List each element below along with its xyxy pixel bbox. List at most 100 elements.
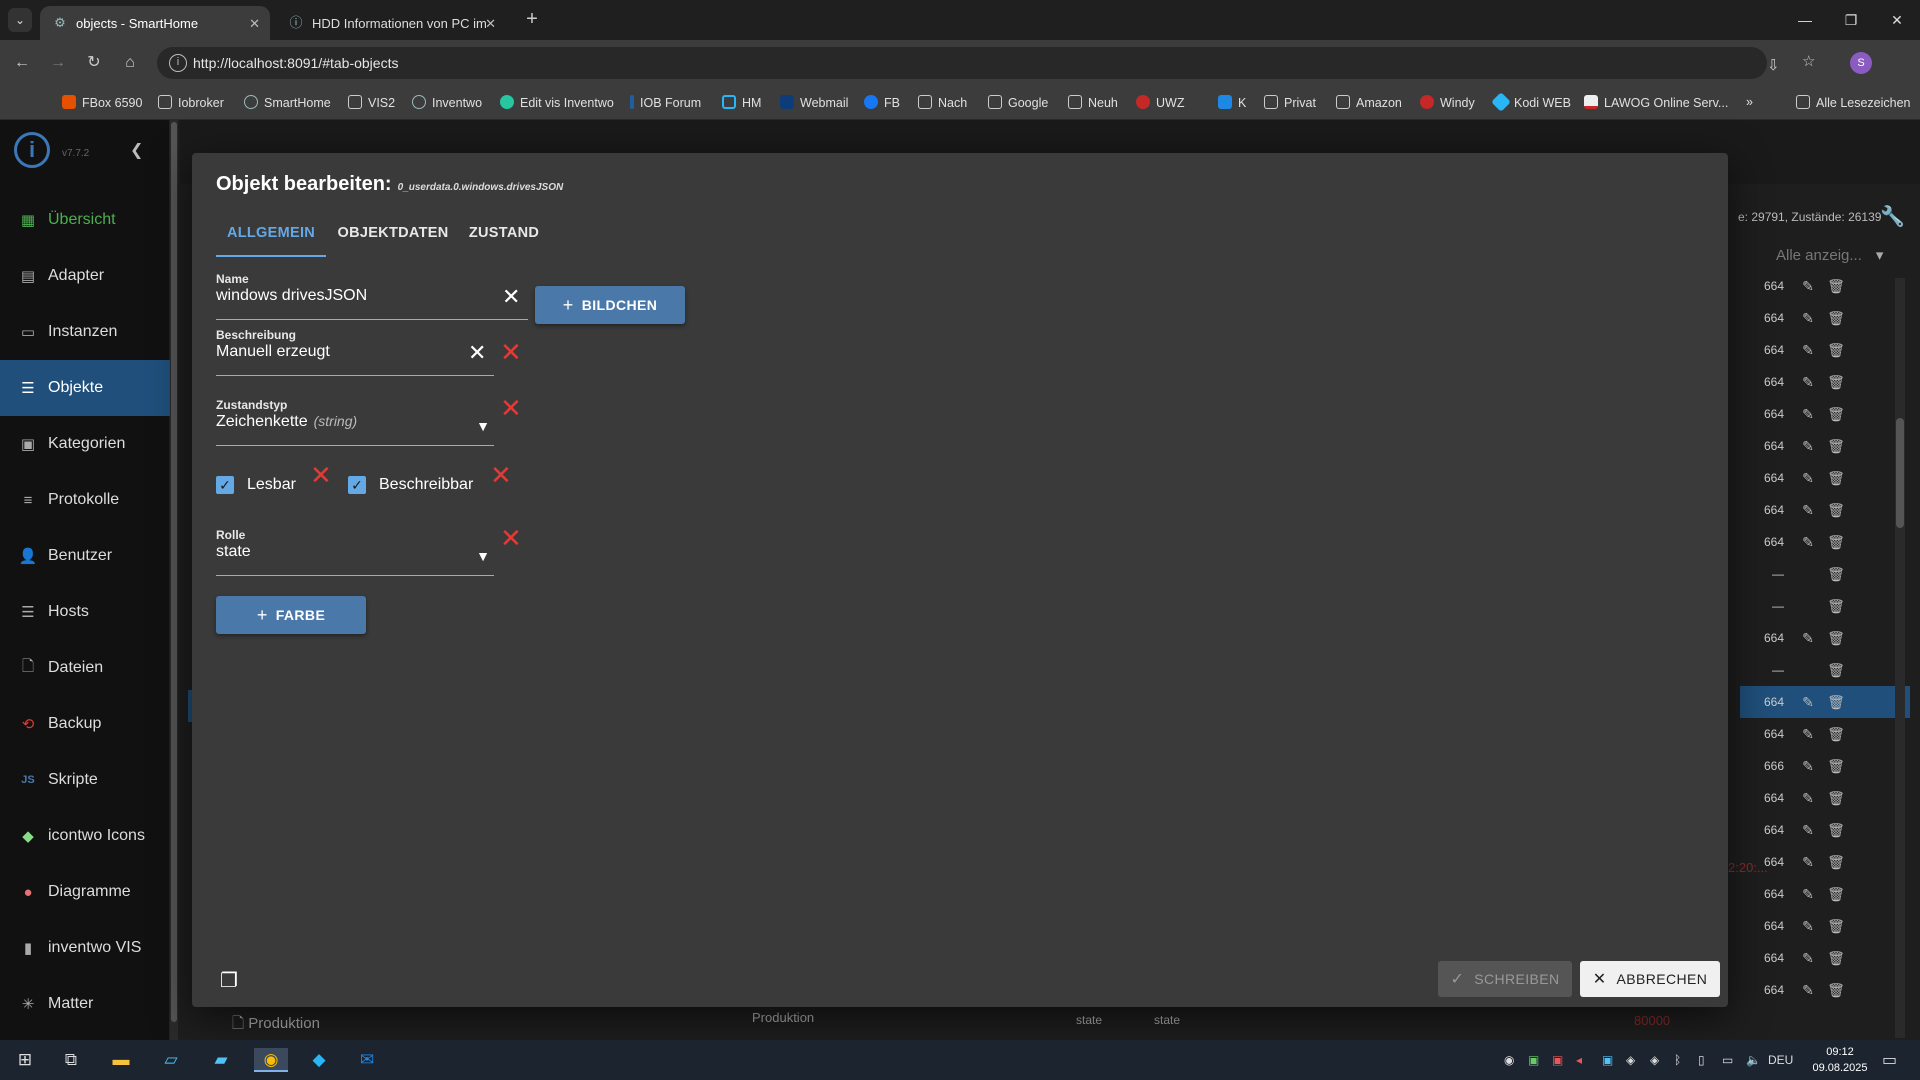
app-icon[interactable]: ▰ <box>208 1048 234 1072</box>
edit-icon[interactable]: ✎ <box>1794 694 1822 711</box>
tab-state[interactable]: ZUSTAND <box>462 209 546 257</box>
table-row[interactable]: 664 ✎ 🗑 <box>1740 270 1910 302</box>
windows-start-icon[interactable]: ⊞ <box>12 1048 38 1072</box>
role-select[interactable]: Rolle state ▼ <box>216 528 494 576</box>
delete-icon[interactable]: 🗑 <box>1822 918 1850 935</box>
window-close-icon[interactable]: ✕ <box>1882 8 1912 32</box>
edit-icon[interactable]: ✎ <box>1794 502 1822 519</box>
table-scrollbar[interactable] <box>1895 278 1905 1038</box>
table-row[interactable]: 664 ✎ 🗑 <box>1740 398 1910 430</box>
bookmark-item[interactable]: Neuh <box>1068 95 1118 110</box>
sidebar-item-diagrams[interactable]: ● Diagramme <box>0 864 170 920</box>
sidebar-item-users[interactable]: 👤 Benutzer <box>0 528 170 584</box>
table-row[interactable]: 664 ✎ 🗑 <box>1740 878 1910 910</box>
close-icon[interactable]: ✕ <box>249 16 260 32</box>
bookmark-item[interactable]: Edit vis Inventwo <box>500 95 614 110</box>
edit-icon[interactable]: ✎ <box>1794 374 1822 391</box>
table-row[interactable]: 664 ✎ 🗑 <box>1740 910 1910 942</box>
table-row[interactable]: 664 ✎ 🗑 <box>1740 430 1910 462</box>
volume-icon[interactable]: 🔈 <box>1746 1053 1761 1067</box>
network-icon[interactable]: ▭ <box>1722 1053 1733 1067</box>
restore-icon[interactable]: ❐ <box>1836 8 1866 32</box>
edit-icon[interactable]: ✎ <box>1794 854 1822 871</box>
bookmark-item[interactable]: Amazon <box>1336 95 1402 110</box>
bookmark-item[interactable]: Iobroker <box>158 95 224 110</box>
home-icon[interactable]: ⌂ <box>118 51 142 75</box>
remove-writable-icon[interactable]: ✕ <box>490 462 512 488</box>
delete-icon[interactable]: 🗑 <box>1822 822 1850 839</box>
notepad-icon[interactable]: ▱ <box>158 1048 184 1072</box>
table-row-selected[interactable]: 664 ✎ 🗑 <box>1740 686 1910 718</box>
task-view-icon[interactable]: ⧉ <box>58 1048 84 1072</box>
edit-icon[interactable]: ✎ <box>1794 470 1822 487</box>
table-row[interactable]: 666 ✎ 🗑 <box>1740 750 1910 782</box>
delete-icon[interactable]: 🗑 <box>1822 310 1850 327</box>
edit-icon[interactable]: ✎ <box>1794 534 1822 551</box>
filter-select[interactable]: Alle anzeig... <box>1776 246 1883 264</box>
clear-icon[interactable]: ✕ <box>502 286 520 308</box>
cancel-button[interactable]: ✕ ABBRECHEN <box>1580 961 1720 997</box>
checkbox-checked-icon[interactable]: ✓ <box>348 476 366 494</box>
table-row[interactable]: 664 ✎ 🗑 <box>1740 334 1910 366</box>
tray-icon[interactable]: ◈ <box>1626 1053 1635 1067</box>
bluetooth-icon[interactable]: ᛒ <box>1674 1053 1681 1067</box>
bookmark-item[interactable]: UWZ <box>1136 95 1184 110</box>
delete-icon[interactable]: 🗑 <box>1822 790 1850 807</box>
edit-icon[interactable]: ✎ <box>1794 918 1822 935</box>
wrench-icon[interactable]: 🔧 <box>1880 204 1905 229</box>
delete-icon[interactable]: 🗑 <box>1822 342 1850 359</box>
tray-icon[interactable]: ▣ <box>1552 1053 1563 1067</box>
chrome-icon[interactable]: ◉ <box>254 1048 288 1072</box>
name-input[interactable]: windows drivesJSON <box>216 287 367 305</box>
bookmark-item[interactable]: Windy <box>1420 95 1475 110</box>
tab-object-data[interactable]: OBJEKTDATEN <box>334 209 452 257</box>
edit-icon[interactable]: ✎ <box>1794 630 1822 647</box>
bookmark-item[interactable]: SmartHome <box>244 95 331 110</box>
table-row[interactable]: 664 ✎ 🗑 <box>1740 942 1910 974</box>
sidebar-scrollbar[interactable] <box>170 120 178 1040</box>
more-bookmarks-icon[interactable]: » <box>1746 95 1753 109</box>
bookmark-item[interactable]: Privat <box>1264 95 1316 110</box>
sidebar-item-overview[interactable]: ▦ Übersicht <box>0 192 170 248</box>
collapse-sidebar-icon[interactable]: ❮ <box>130 140 143 160</box>
system-clock[interactable]: 09:12 09.08.2025 <box>1808 1044 1872 1076</box>
bookmark-item[interactable]: Nach <box>918 95 967 110</box>
edit-icon[interactable]: ✎ <box>1794 406 1822 423</box>
delete-icon[interactable]: 🗑 <box>1822 470 1850 487</box>
bookmark-item[interactable]: FB <box>864 95 900 110</box>
back-icon[interactable]: ← <box>10 51 34 75</box>
table-row[interactable]: 664 ✎ 🗑 <box>1740 462 1910 494</box>
bookmark-item[interactable]: Kodi WEB <box>1491 92 1571 112</box>
name-field[interactable]: Name windows drivesJSON ✕ <box>216 272 528 320</box>
sidebar-item-categories[interactable]: ▣ Kategorien <box>0 416 170 472</box>
add-image-button[interactable]: + BILDCHEN <box>535 286 685 324</box>
tab-general[interactable]: ALLGEMEIN <box>216 209 326 257</box>
copy-icon[interactable]: ❐ <box>220 968 238 993</box>
sidebar-item-hosts[interactable]: ☰ Hosts <box>0 584 170 640</box>
add-color-button[interactable]: + FARBE <box>216 596 366 634</box>
delete-icon[interactable]: 🗑 <box>1822 726 1850 743</box>
delete-icon[interactable]: 🗑 <box>1822 662 1850 679</box>
bookmark-item[interactable]: Inventwo <box>412 95 482 110</box>
delete-icon[interactable]: 🗑 <box>1822 886 1850 903</box>
edit-icon[interactable]: ✎ <box>1794 278 1822 295</box>
close-icon[interactable]: ✕ <box>485 16 496 32</box>
edit-icon[interactable]: ✎ <box>1794 758 1822 775</box>
table-row[interactable]: 664 ✎ 🗑 <box>1740 718 1910 750</box>
delete-icon[interactable]: 🗑 <box>1822 438 1850 455</box>
table-row[interactable]: 664 ✎ 🗑 <box>1740 814 1910 846</box>
remove-state-type-icon[interactable]: ✕ <box>500 395 522 421</box>
delete-icon[interactable]: 🗑 <box>1822 534 1850 551</box>
delete-icon[interactable]: 🗑 <box>1822 758 1850 775</box>
bookmark-item[interactable]: HM <box>722 95 761 110</box>
tray-icon[interactable]: ▣ <box>1528 1053 1539 1067</box>
remove-readable-icon[interactable]: ✕ <box>310 462 332 488</box>
install-app-icon[interactable]: ⇩ <box>1767 56 1780 74</box>
tray-icon[interactable]: ▣ <box>1602 1053 1613 1067</box>
edit-icon[interactable]: ✎ <box>1794 982 1822 999</box>
bookmark-item[interactable]: VIS2 <box>348 95 395 110</box>
bookmark-item[interactable]: FBox 6590 <box>62 95 142 110</box>
readable-checkbox[interactable]: ✓ Lesbar <box>216 476 296 494</box>
tray-icon[interactable]: ◈ <box>1650 1053 1659 1067</box>
table-row[interactable]: — 🗑 <box>1740 558 1910 590</box>
